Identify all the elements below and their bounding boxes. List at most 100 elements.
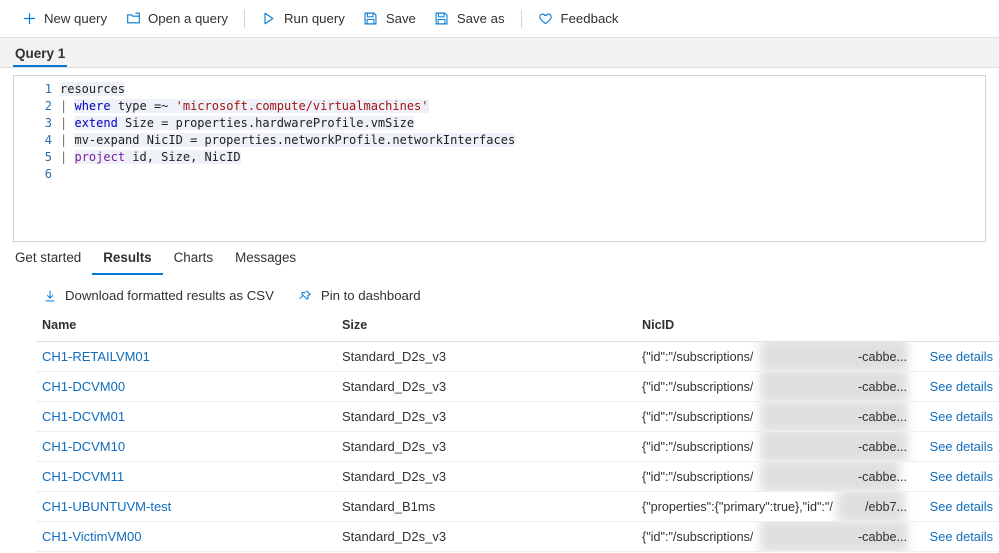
results-table: Name Size NicID CH1-RETAILVM01 Standard_D… <box>36 314 999 552</box>
table-row: CH1-DCVM01 Standard_D2s_v3 {"id":"/subscri… <box>36 401 999 432</box>
table-row: CH1-VictimVM00 Standard_D2s_v3 {"id":"/sub… <box>36 521 999 552</box>
download-csv-button[interactable]: Download formatted results as CSV <box>36 286 280 305</box>
table-row: CH1-RETAILVM01 Standard_D2s_v3 {"id":"/sub… <box>36 341 999 372</box>
new-query-button[interactable]: New query <box>12 4 116 34</box>
nicid-text: {"id":"/subscriptions/ <box>642 469 754 484</box>
nicid-suffix: -cabbe... <box>857 349 907 364</box>
cell-nicid: {"id":"/subscriptions/ -cabbe... See detai… <box>636 431 999 462</box>
cell-size: Standard_B1ms <box>336 491 636 522</box>
nicid-text: {"id":"/subscriptions/ <box>642 439 754 454</box>
save-as-button[interactable]: Save as <box>425 4 514 34</box>
line-number: 5 <box>44 150 52 164</box>
save-icon <box>363 11 379 27</box>
nicid-content: {"id":"/subscriptions/ -cabbe... See detai… <box>642 372 993 401</box>
pin-to-dashboard-label: Pin to dashboard <box>320 288 421 303</box>
nicid-suffix: /ebb7... <box>864 499 907 514</box>
query-tab-strip: Query 1 <box>0 38 999 68</box>
nicid-text: {"id":"/subscriptions/ <box>642 349 754 364</box>
code-pipe: | <box>60 133 68 147</box>
nicid-text: {"id":"/subscriptions/ <box>642 409 754 424</box>
feedback-button[interactable]: Feedback <box>529 4 628 34</box>
run-query-button[interactable]: Run query <box>252 4 354 34</box>
cell-nicid: {"id":"/subscriptions/ -cabbe... See detai… <box>636 341 999 372</box>
editor-container: 1 2 3 4 5 6 resources | where type =~ 'm… <box>0 68 999 242</box>
nicid-text: {"id":"/subscriptions/ <box>642 379 754 394</box>
code-line-2: | where type =~ 'microsoft.compute/virtu… <box>60 98 985 115</box>
toolbar-divider-2 <box>520 9 522 28</box>
pin-to-dashboard-button[interactable]: Pin to dashboard <box>292 286 427 305</box>
nicid-content: {"properties":{"primary":true},"id":"/ /e… <box>642 492 993 521</box>
code-text: resources <box>60 82 126 96</box>
see-details-link[interactable]: See details <box>923 439 993 454</box>
cell-name: CH1-UBUNTUVM-test <box>36 491 336 522</box>
nicid-suffix: -cabbe... <box>857 439 907 454</box>
download-csv-label: Download formatted results as CSV <box>65 288 274 303</box>
nicid-content: {"id":"/subscriptions/ -cabbe... See detai… <box>642 342 993 371</box>
kql-query-editor[interactable]: 1 2 3 4 5 6 resources | where type =~ 'm… <box>13 75 986 242</box>
tab-charts[interactable]: Charts <box>163 250 224 275</box>
code-pipe: | <box>60 116 68 130</box>
nicid-suffix: -cabbe... <box>857 469 907 484</box>
resource-link[interactable]: CH1-DCVM11 <box>42 469 124 484</box>
line-number: 2 <box>44 99 52 113</box>
column-header-name[interactable]: Name <box>36 314 336 342</box>
toolbar-divider-1 <box>243 9 245 28</box>
cell-name: CH1-RETAILVM01 <box>36 341 336 372</box>
line-number: 3 <box>44 116 52 130</box>
save-as-icon <box>434 11 450 27</box>
code-keyword: extend <box>74 116 118 130</box>
tab-results[interactable]: Results <box>92 250 163 275</box>
table-row: CH1-UBUNTUVM-test Standard_B1ms {"properti… <box>36 491 999 522</box>
see-details-link[interactable]: See details <box>923 529 993 544</box>
nicid-text: {"properties":{"primary":true},"id":"/ <box>642 499 833 514</box>
code-keyword: where <box>74 99 111 113</box>
see-details-link[interactable]: See details <box>923 409 993 424</box>
resource-link[interactable]: CH1-UBUNTUVM-test <box>42 499 171 514</box>
cell-nicid: {"properties":{"primary":true},"id":"/ /e… <box>636 491 999 522</box>
code-line-1: resources <box>60 81 985 98</box>
column-header-nicid[interactable]: NicID <box>636 314 999 342</box>
resource-link[interactable]: CH1-DCVM01 <box>42 409 125 424</box>
editor-code-area[interactable]: resources | where type =~ 'microsoft.com… <box>60 81 985 241</box>
resource-link[interactable]: CH1-RETAILVM01 <box>42 349 150 364</box>
code-string: 'microsoft.compute/virtualmachines' <box>175 99 429 113</box>
see-details-link[interactable]: See details <box>923 379 993 394</box>
tab-get-started[interactable]: Get started <box>13 250 92 275</box>
tab-query-1[interactable]: Query 1 <box>13 46 68 67</box>
table-header-row: Name Size NicID <box>36 314 999 342</box>
cell-size: Standard_D2s_v3 <box>336 431 636 462</box>
line-number: 4 <box>44 133 52 147</box>
nicid-text: {"id":"/subscriptions/ <box>642 529 754 544</box>
see-details-link[interactable]: See details <box>923 469 993 484</box>
cell-size: Standard_D2s_v3 <box>336 401 636 432</box>
cell-nicid: {"id":"/subscriptions/ -cabbe... See detai… <box>636 371 999 402</box>
code-text: type =~ <box>110 99 176 113</box>
resource-link[interactable]: CH1-DCVM10 <box>42 439 125 454</box>
table-row: CH1-DCVM00 Standard_D2s_v3 {"id":"/subscri… <box>36 371 999 402</box>
save-button[interactable]: Save <box>354 4 425 34</box>
results-table-body: CH1-RETAILVM01 Standard_D2s_v3 {"id":"/sub… <box>36 341 999 552</box>
cell-name: CH1-DCVM11 <box>36 461 336 492</box>
see-details-link[interactable]: See details <box>923 499 993 514</box>
cell-name: CH1-VictimVM00 <box>36 521 336 552</box>
cell-size: Standard_D2s_v3 <box>336 521 636 552</box>
open-query-button[interactable]: Open a query <box>116 4 237 34</box>
feedback-label: Feedback <box>560 11 619 26</box>
see-details-link[interactable]: See details <box>923 349 993 364</box>
nicid-suffix: -cabbe... <box>857 379 907 394</box>
run-query-label: Run query <box>283 11 345 26</box>
resource-link[interactable]: CH1-VictimVM00 <box>42 529 141 544</box>
new-query-label: New query <box>44 11 108 26</box>
column-header-size[interactable]: Size <box>336 314 636 342</box>
cell-size: Standard_D2s_v3 <box>336 371 636 402</box>
cell-nicid: {"id":"/subscriptions/ -cabbe... See detai… <box>636 401 999 432</box>
open-query-label: Open a query <box>148 11 228 26</box>
nicid-content: {"id":"/subscriptions/ -cabbe... See detai… <box>642 462 993 491</box>
tab-messages[interactable]: Messages <box>224 250 307 275</box>
cell-name: CH1-DCVM00 <box>36 371 336 402</box>
play-icon <box>261 11 277 27</box>
results-tab-strip: Get started Results Charts Messages <box>0 242 999 276</box>
command-bar: New query Open a query Run query Save Sa… <box>0 0 999 38</box>
resource-link[interactable]: CH1-DCVM00 <box>42 379 125 394</box>
code-text: Size = properties.hardwareProfile.vmSize <box>117 116 415 130</box>
